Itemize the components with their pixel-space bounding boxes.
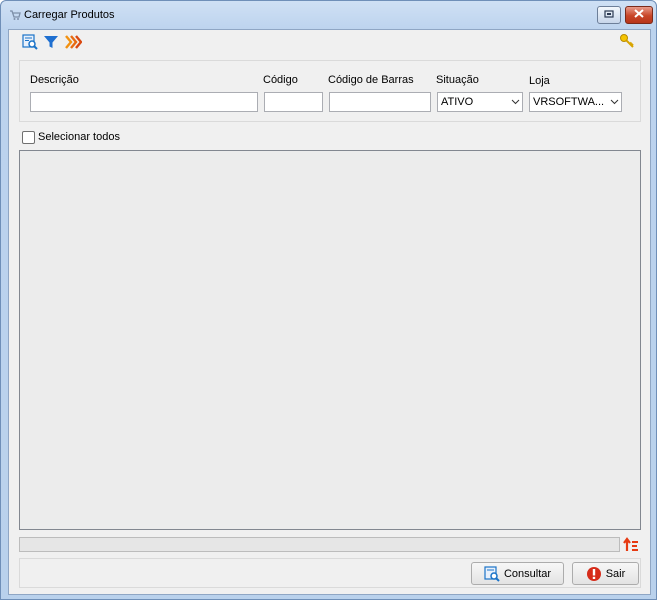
loja-label: Loja (529, 75, 550, 87)
products-grid[interactable] (19, 150, 641, 530)
sair-button[interactable]: Sair (572, 562, 639, 585)
close-button[interactable] (625, 6, 653, 24)
sair-label: Sair (605, 567, 626, 580)
codigo-barras-label: Código de Barras (328, 74, 414, 86)
situacao-value: ATIVO (441, 96, 474, 108)
footer-panel: Consultar Sair (19, 558, 641, 588)
window: Carregar Produtos Descrição Código Códig… (0, 0, 657, 600)
restore-button[interactable] (597, 6, 621, 24)
select-all-label: Selecionar todos (38, 131, 120, 143)
select-all-checkbox[interactable]: Selecionar todos (22, 129, 120, 145)
app-icon (9, 9, 21, 21)
exit-icon (586, 566, 602, 582)
loja-select[interactable]: VRSOFTWA... (529, 92, 622, 112)
codigo-label: Código (263, 74, 298, 86)
checkbox-box[interactable] (22, 130, 35, 144)
situacao-label: Situação (436, 74, 479, 86)
close-icon (634, 9, 644, 21)
situacao-select[interactable]: ATIVO (437, 92, 523, 112)
descricao-label: Descrição (30, 74, 79, 86)
restore-icon (604, 9, 614, 21)
sort-icon[interactable] (622, 536, 640, 554)
filter-panel: Descrição Código Código de Barras Situaç… (19, 60, 641, 122)
window-title: Carregar Produtos (24, 9, 115, 21)
codigo-barras-input[interactable] (329, 92, 431, 112)
descricao-input[interactable] (30, 92, 258, 112)
filter-icon[interactable] (42, 33, 60, 51)
title-bar[interactable]: Carregar Produtos (1, 1, 656, 29)
codigo-input[interactable] (264, 92, 323, 112)
loja-value: VRSOFTWA... (533, 96, 605, 108)
search-list-icon[interactable] (21, 33, 39, 51)
consultar-label: Consultar (503, 567, 552, 580)
consult-icon (484, 565, 500, 582)
chevron-down-icon (508, 93, 522, 111)
client-area: Descrição Código Código de Barras Situaç… (8, 29, 651, 595)
forward-arrows-icon[interactable] (64, 33, 82, 51)
progress-bar (19, 537, 620, 552)
consultar-button[interactable]: Consultar (471, 562, 564, 585)
chevron-down-icon (607, 93, 621, 111)
key-icon[interactable] (618, 32, 636, 50)
